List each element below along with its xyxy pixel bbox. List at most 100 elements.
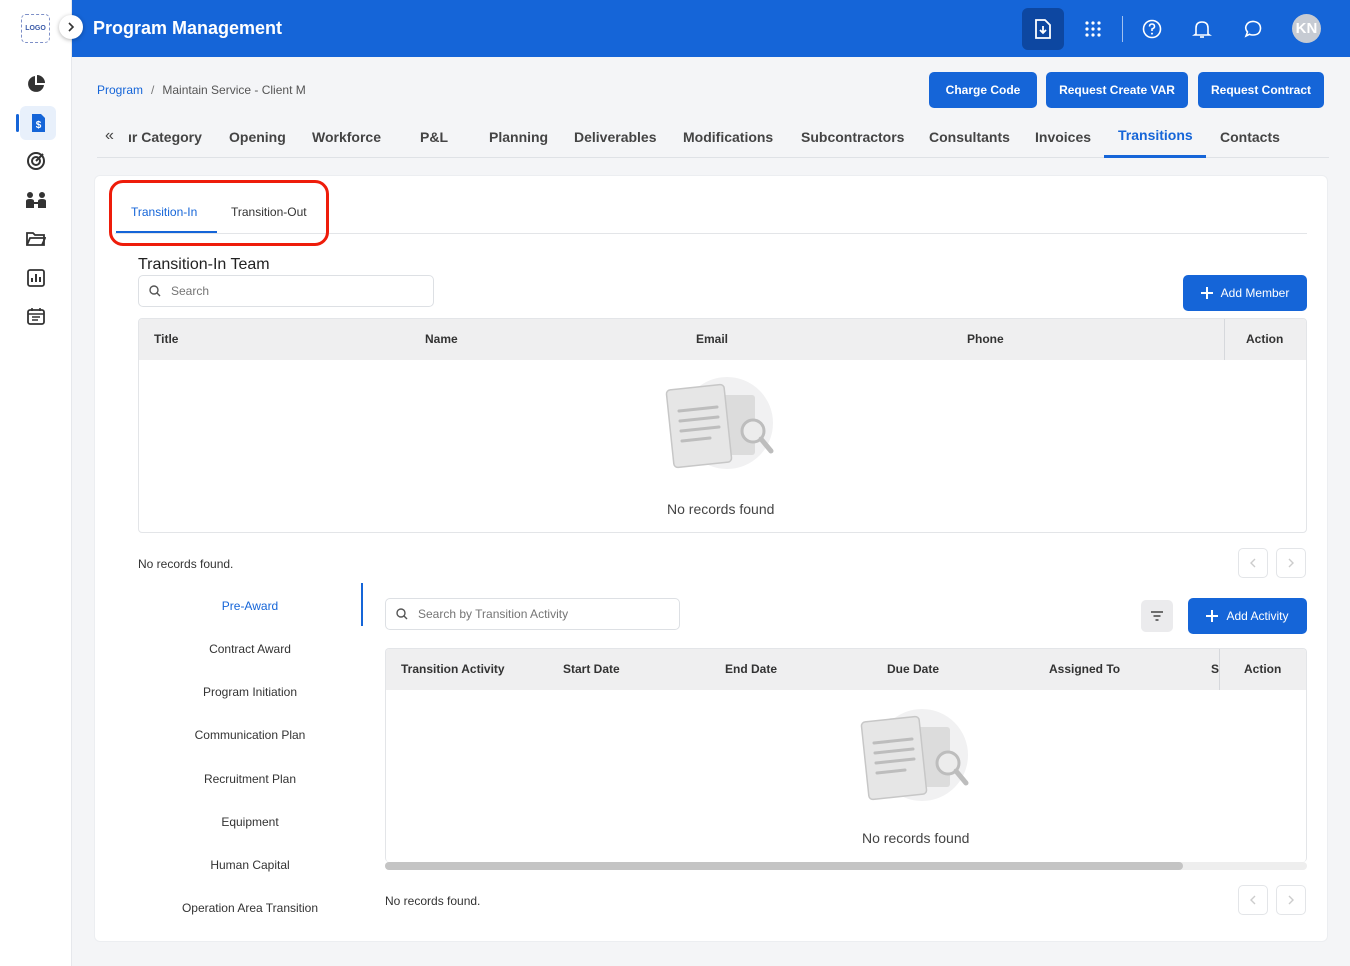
tab-modifications[interactable]: Modifications — [683, 129, 773, 145]
notifications-button[interactable] — [1181, 8, 1223, 50]
expand-sidebar-button[interactable] — [59, 15, 83, 39]
nav-operation-area-transition[interactable]: Operation Area Transition — [95, 901, 405, 915]
team-next-page-button[interactable] — [1276, 548, 1306, 578]
help-button[interactable] — [1131, 8, 1173, 50]
rail-active-indicator — [16, 114, 19, 132]
team-icon[interactable] — [21, 185, 51, 215]
nav-recruitment-plan[interactable]: Recruitment Plan — [95, 772, 405, 786]
nav-program-initiation[interactable]: Program Initiation — [95, 685, 405, 699]
left-rail: LOGO $ — [0, 0, 72, 966]
request-create-var-button[interactable]: Request Create VAR — [1046, 72, 1188, 108]
search-icon — [396, 608, 408, 620]
team-section-title: Transition-In Team — [138, 256, 270, 273]
filter-icon — [1151, 611, 1163, 621]
team-empty-text: No records found — [667, 501, 775, 517]
column-action: Action — [1246, 332, 1284, 346]
chevron-right-icon — [1288, 895, 1294, 905]
add-member-button[interactable]: Add Member — [1183, 275, 1307, 311]
column-due-date: Due Date — [887, 662, 940, 676]
activity-search-box[interactable] — [385, 598, 680, 630]
tab-category[interactable]: ır Category — [128, 129, 202, 145]
column-title: Title — [154, 332, 179, 346]
double-chevron-left-icon[interactable]: « — [105, 127, 114, 145]
column-transition-activity: Transition Activity — [401, 662, 505, 676]
no-records-illustration-icon — [860, 709, 969, 801]
nav-communication-plan[interactable]: Communication Plan — [95, 728, 405, 742]
add-member-label: Add Member — [1220, 286, 1290, 300]
tab-opening[interactable]: Opening — [229, 129, 286, 145]
app-title: Program Management — [93, 18, 283, 38]
chevron-right-icon — [1288, 558, 1294, 568]
folder-icon[interactable] — [21, 224, 51, 254]
no-records-illustration-icon — [665, 377, 774, 469]
download-document-icon — [1035, 19, 1051, 39]
download-document-button[interactable] — [1022, 8, 1064, 50]
activity-next-page-button[interactable] — [1276, 885, 1306, 915]
charge-code-button[interactable]: Charge Code — [929, 72, 1037, 108]
tab-pnl[interactable]: P&L — [420, 129, 448, 145]
tab-contacts[interactable]: Contacts — [1220, 129, 1280, 145]
team-table: Title Name Email Phone Action No records… — [138, 318, 1307, 533]
add-activity-button[interactable]: Add Activity — [1188, 598, 1307, 634]
vertical-nav-active-indicator — [361, 583, 363, 626]
chevron-left-icon — [1250, 895, 1256, 905]
nav-equipment[interactable]: Equipment — [95, 815, 405, 829]
svg-text:$: $ — [36, 120, 42, 131]
tab-workforce[interactable]: Workforce — [312, 129, 381, 145]
tab-planning[interactable]: Planning — [489, 129, 548, 145]
column-name: Name — [425, 332, 458, 346]
user-avatar[interactable]: KN — [1292, 14, 1321, 43]
column-phone: Phone — [967, 332, 1004, 346]
target-icon[interactable] — [21, 146, 51, 176]
bell-icon — [1192, 21, 1212, 38]
team-search-input[interactable] — [171, 284, 399, 298]
scrollbar-thumb[interactable] — [385, 862, 1183, 870]
activity-table-scrollbar[interactable] — [385, 862, 1307, 870]
column-email: Email — [696, 332, 729, 346]
tab-subcontractors[interactable]: Subcontractors — [801, 129, 904, 145]
plus-icon — [1200, 287, 1213, 299]
program-dollar-icon[interactable]: $ — [20, 106, 56, 140]
logo: LOGO — [21, 14, 50, 43]
nav-contract-award[interactable]: Contract Award — [95, 642, 405, 656]
top-header: Program Management KN — [72, 0, 1350, 57]
tab-invoices[interactable]: Invoices — [1035, 129, 1091, 145]
activity-table-header: Transition Activity Start Date End Date … — [386, 649, 1306, 690]
breadcrumb: Program / Maintain Service - Client M — [97, 83, 306, 97]
dashboard-pie-icon[interactable] — [21, 69, 51, 99]
column-end-date: End Date — [725, 662, 778, 676]
apps-grid-icon — [1085, 21, 1101, 37]
activity-prev-page-button[interactable] — [1238, 885, 1268, 915]
tab-deliverables[interactable]: Deliverables — [574, 129, 657, 145]
active-tab-underline — [1104, 155, 1206, 158]
activity-table: Transition Activity Start Date End Date … — [385, 648, 1307, 862]
team-footer-text: No records found. — [138, 557, 234, 571]
activity-search-input[interactable] — [418, 607, 645, 621]
transitions-card: Transition-In Transition-Out Transition-… — [94, 175, 1328, 942]
chevron-left-icon — [1250, 558, 1256, 568]
report-chart-icon[interactable] — [21, 263, 51, 293]
tab-transitions[interactable]: Transitions — [1118, 127, 1193, 143]
search-icon — [149, 285, 161, 297]
filter-button[interactable] — [1141, 600, 1173, 632]
column-status-truncated: S — [1211, 662, 1220, 676]
team-table-header: Title Name Email Phone Action — [139, 319, 1306, 360]
request-contract-button[interactable]: Request Contract — [1198, 72, 1324, 108]
column-assigned-to: Assigned To — [1049, 662, 1121, 676]
apps-grid-button[interactable] — [1072, 8, 1114, 50]
nav-pre-award[interactable]: Pre-Award — [95, 599, 405, 613]
nav-human-capital[interactable]: Human Capital — [95, 858, 405, 872]
team-prev-page-button[interactable] — [1238, 548, 1268, 578]
breadcrumb-separator: / — [151, 83, 155, 97]
highlight-annotation — [109, 180, 329, 246]
breadcrumb-program-link[interactable]: Program — [97, 83, 143, 97]
chat-button[interactable] — [1232, 8, 1274, 50]
calendar-icon[interactable] — [21, 301, 51, 331]
tab-consultants[interactable]: Consultants — [929, 129, 1010, 145]
sticky-column-divider — [1224, 319, 1225, 360]
main-tab-bar: « ır Category Opening Workforce P&L Plan… — [97, 118, 1329, 158]
team-search-box[interactable] — [138, 275, 434, 307]
column-action: Action — [1244, 662, 1282, 676]
plus-icon — [1206, 610, 1219, 622]
activity-footer-text: No records found. — [385, 894, 481, 908]
